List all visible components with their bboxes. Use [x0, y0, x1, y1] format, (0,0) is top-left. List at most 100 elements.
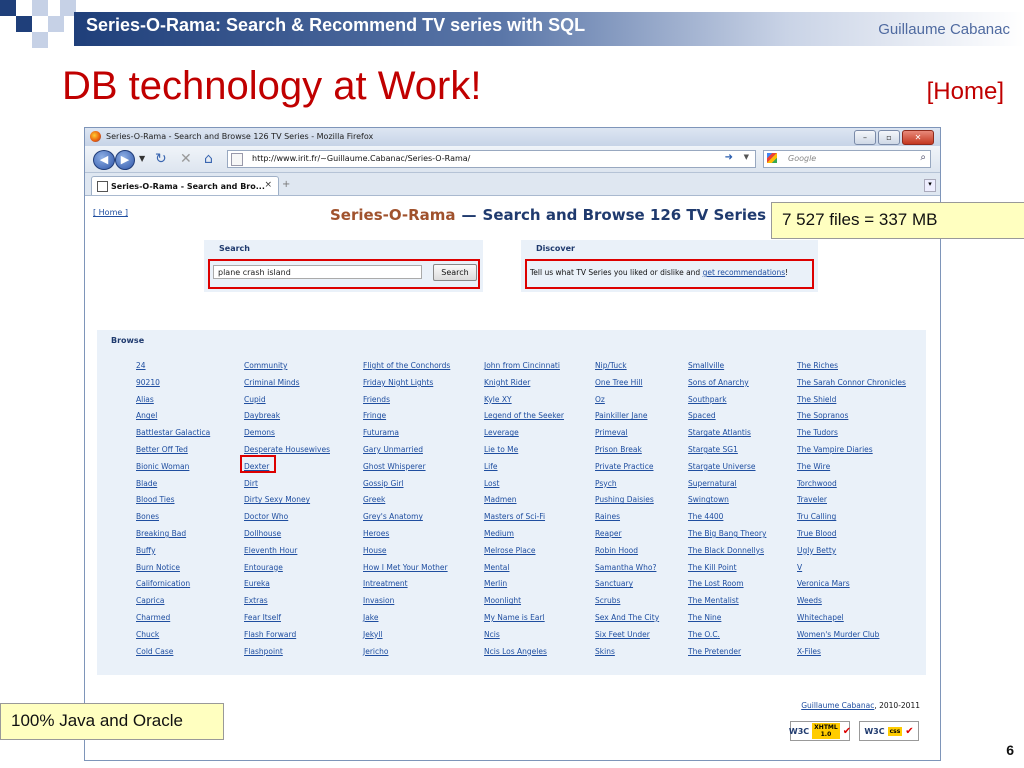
slide-home-link[interactable]: [Home]	[927, 78, 1004, 106]
series-link[interactable]: The O.C.	[688, 627, 766, 644]
series-link[interactable]: V	[797, 560, 906, 577]
series-link[interactable]: Ncis	[484, 627, 564, 644]
series-link[interactable]: Flashpoint	[244, 644, 330, 661]
series-link[interactable]: Skins	[595, 644, 659, 661]
series-link[interactable]: Better Off Ted	[136, 442, 210, 459]
series-link[interactable]: Veronica Mars	[797, 576, 906, 593]
series-link[interactable]: Oz	[595, 392, 659, 409]
series-link[interactable]: Gossip Girl	[363, 476, 450, 493]
series-link[interactable]: Jake	[363, 610, 450, 627]
home-icon[interactable]: ⌂	[204, 152, 213, 166]
series-link[interactable]: Whitechapel	[797, 610, 906, 627]
series-link[interactable]: Ugly Betty	[797, 543, 906, 560]
series-link[interactable]: Traveler	[797, 492, 906, 509]
series-link[interactable]: Merlin	[484, 576, 564, 593]
series-link[interactable]: Primeval	[595, 425, 659, 442]
series-link[interactable]: X-Files	[797, 644, 906, 661]
series-link[interactable]: Women's Murder Club	[797, 627, 906, 644]
series-link[interactable]: Stargate SG1	[688, 442, 766, 459]
w3c-css-badge[interactable]: W3C css ✔	[859, 721, 919, 741]
go-arrow-icon[interactable]: ➜	[725, 152, 733, 163]
series-link[interactable]: The Black Donnellys	[688, 543, 766, 560]
series-link[interactable]: Scrubs	[595, 593, 659, 610]
series-link[interactable]: My Name is Earl	[484, 610, 564, 627]
series-link[interactable]: Burn Notice	[136, 560, 210, 577]
series-link[interactable]: Knight Rider	[484, 375, 564, 392]
series-link[interactable]: Six Feet Under	[595, 627, 659, 644]
series-link[interactable]: Grey's Anatomy	[363, 509, 450, 526]
series-link[interactable]: Gary Unmarried	[363, 442, 450, 459]
series-link[interactable]: Sex And The City	[595, 610, 659, 627]
series-link[interactable]: The Sarah Connor Chronicles	[797, 375, 906, 392]
series-link[interactable]: Kyle XY	[484, 392, 564, 409]
search-engine-bar[interactable]: Google ⌕	[763, 150, 931, 168]
series-link[interactable]: Medium	[484, 526, 564, 543]
series-link[interactable]: Criminal Minds	[244, 375, 330, 392]
series-link[interactable]: Sanctuary	[595, 576, 659, 593]
close-window-icon[interactable]: ✕	[902, 130, 934, 145]
series-link[interactable]: Madmen	[484, 492, 564, 509]
series-link[interactable]: Cupid	[244, 392, 330, 409]
tab-series-o-rama[interactable]: Series-O-Rama - Search and Bro... ×	[91, 176, 279, 195]
series-link[interactable]: Eureka	[244, 576, 330, 593]
series-link[interactable]: Leverage	[484, 425, 564, 442]
series-link[interactable]: Eleventh Hour	[244, 543, 330, 560]
get-recommendations-link[interactable]: get recommendations	[703, 268, 786, 277]
series-link[interactable]: Lie to Me	[484, 442, 564, 459]
series-link[interactable]: Weeds	[797, 593, 906, 610]
google-logo-icon[interactable]	[767, 153, 777, 163]
series-link[interactable]: The Pretender	[688, 644, 766, 661]
series-link[interactable]: Southpark	[688, 392, 766, 409]
search-input[interactable]	[213, 265, 422, 279]
series-link[interactable]: Jericho	[363, 644, 450, 661]
maximize-icon[interactable]: ▫	[878, 130, 900, 145]
series-link[interactable]: Alias	[136, 392, 210, 409]
series-link[interactable]: Charmed	[136, 610, 210, 627]
back-button[interactable]: ◀	[93, 150, 115, 170]
series-link[interactable]: John from Cincinnati	[484, 358, 564, 375]
tab-list-icon[interactable]: ▾	[924, 179, 936, 192]
series-link[interactable]: Mental	[484, 560, 564, 577]
series-link[interactable]: Flight of the Conchords	[363, 358, 450, 375]
series-link[interactable]: The Wire	[797, 459, 906, 476]
series-link[interactable]: Demons	[244, 425, 330, 442]
series-link[interactable]: Tru Calling	[797, 509, 906, 526]
series-link[interactable]: Friends	[363, 392, 450, 409]
series-link[interactable]: Bionic Woman	[136, 459, 210, 476]
series-link[interactable]: Greek	[363, 492, 450, 509]
tab-close-icon[interactable]: ×	[264, 180, 272, 190]
series-link[interactable]: Blade	[136, 476, 210, 493]
series-link[interactable]: One Tree Hill	[595, 375, 659, 392]
series-link[interactable]: The Lost Room	[688, 576, 766, 593]
series-link[interactable]: Friday Night Lights	[363, 375, 450, 392]
series-link[interactable]: Smallville	[688, 358, 766, 375]
series-link[interactable]: Stargate Atlantis	[688, 425, 766, 442]
series-link[interactable]: Life	[484, 459, 564, 476]
series-link[interactable]: Breaking Bad	[136, 526, 210, 543]
history-dropdown-icon[interactable]: ▼	[139, 152, 145, 166]
series-link[interactable]: Moonlight	[484, 593, 564, 610]
series-link[interactable]: Buffy	[136, 543, 210, 560]
series-link[interactable]: Nip/Tuck	[595, 358, 659, 375]
series-link[interactable]: Psych	[595, 476, 659, 493]
series-link[interactable]: Fringe	[363, 408, 450, 425]
series-link[interactable]: Painkiller Jane	[595, 408, 659, 425]
series-link[interactable]: Legend of the Seeker	[484, 408, 564, 425]
series-link[interactable]: Battlestar Galactica	[136, 425, 210, 442]
series-link[interactable]: Jekyll	[363, 627, 450, 644]
series-link[interactable]: How I Met Your Mother	[363, 560, 450, 577]
series-link[interactable]: Spaced	[688, 408, 766, 425]
series-link[interactable]: Invasion	[363, 593, 450, 610]
series-link[interactable]: Entourage	[244, 560, 330, 577]
w3c-xhtml-badge[interactable]: W3C XHTML 1.0 ✔	[789, 721, 851, 741]
search-button[interactable]: Search	[433, 264, 477, 281]
series-link[interactable]: Sons of Anarchy	[688, 375, 766, 392]
series-link[interactable]: Intreatment	[363, 576, 450, 593]
series-link[interactable]: The Shield	[797, 392, 906, 409]
series-link[interactable]: Futurama	[363, 425, 450, 442]
series-link[interactable]: Prison Break	[595, 442, 659, 459]
series-link[interactable]: Extras	[244, 593, 330, 610]
series-link[interactable]: Chuck	[136, 627, 210, 644]
series-link[interactable]: Stargate Universe	[688, 459, 766, 476]
series-link[interactable]: The Vampire Diaries	[797, 442, 906, 459]
